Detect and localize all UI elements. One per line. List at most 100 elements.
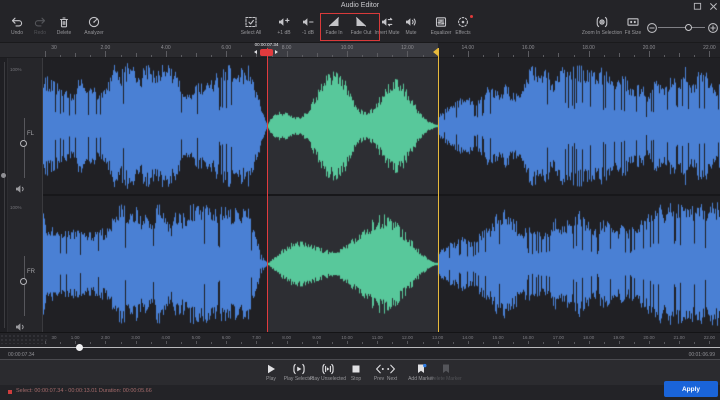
playhead-line[interactable] xyxy=(267,48,269,332)
analyzer-icon xyxy=(64,15,124,28)
seekbar-track[interactable] xyxy=(0,347,720,348)
titlebar: Audio Editor xyxy=(0,0,720,13)
ruler-time-label: 20.00 xyxy=(638,45,660,51)
zoom-out-button[interactable] xyxy=(645,21,658,33)
effects-button[interactable]: Effects xyxy=(433,15,493,36)
ruler-tick xyxy=(513,55,514,58)
playhead-handle[interactable] xyxy=(260,49,273,56)
fl-volume-slider[interactable] xyxy=(24,118,25,178)
notification-badge xyxy=(470,15,473,18)
ruler-tick xyxy=(121,55,122,58)
ruler-tick xyxy=(347,51,348,57)
status-bullet xyxy=(8,390,12,394)
zoom-in-button[interactable] xyxy=(706,21,719,33)
overview-time-label: 10.00 xyxy=(336,335,358,340)
ruler-tick xyxy=(392,55,393,58)
vertical-scrollbar[interactable] xyxy=(0,58,8,332)
ruler-time-label: 10.00 xyxy=(336,45,358,51)
ruler-tick xyxy=(679,53,680,57)
ruler-tick xyxy=(649,51,650,57)
close-button[interactable] xyxy=(707,1,720,12)
ruler-tick xyxy=(211,55,212,58)
ruler-tick xyxy=(589,51,590,57)
time-row: 00:00:07.34 00:01:06.99 xyxy=(0,351,720,359)
overview-time-label: 4.00 xyxy=(155,335,177,340)
ruler-tick xyxy=(75,53,76,57)
ruler-time-label: 16.00 xyxy=(517,45,539,51)
fr-channel-label: FR xyxy=(27,269,35,275)
ruler-tick xyxy=(543,55,544,58)
overview-time-label: 15.00 xyxy=(487,335,509,340)
delete-marker-label: Delete Marker xyxy=(418,376,474,382)
ruler-tick xyxy=(407,51,408,57)
overview-time-label: 9.00 xyxy=(306,335,328,340)
fl-volume-value: 100% xyxy=(10,67,22,72)
overview-time-label: 17.00 xyxy=(547,335,569,340)
seekbar[interactable] xyxy=(0,344,720,351)
analyzer-button[interactable]: Analyzer xyxy=(64,15,124,36)
close-icon xyxy=(709,0,718,16)
playhead-left-arrow-icon[interactable] xyxy=(254,50,257,54)
overview-time-label: 5.00 xyxy=(185,335,207,340)
overview-time-label: 16.00 xyxy=(517,335,539,340)
selection-end-line[interactable] xyxy=(438,48,440,332)
fl-volume-handle[interactable] xyxy=(20,140,27,147)
overview-time-label: 21.00 xyxy=(668,335,690,340)
zoom-out-icon xyxy=(645,21,659,38)
ruler-tick xyxy=(60,55,61,58)
total-time: 00:01:06.99 xyxy=(689,352,715,358)
maximize-icon xyxy=(693,0,702,16)
apply-button[interactable]: Apply xyxy=(664,381,718,397)
fl-speaker-icon[interactable] xyxy=(14,182,28,194)
ruler-tick xyxy=(332,55,333,58)
ruler-tick xyxy=(226,51,227,57)
delete-marker-icon xyxy=(418,362,474,375)
ruler-tick xyxy=(90,55,91,58)
channel-separator xyxy=(43,194,720,196)
ruler-tick xyxy=(166,51,167,57)
timeline-ruler[interactable]: 302.004.006.008.0010.0012.0014.0016.0018… xyxy=(0,42,720,58)
overview-time-label: 19.00 xyxy=(608,335,630,340)
status-bar: Select: 00:00:07.34 - 00:00:13.01 Durati… xyxy=(0,385,720,400)
ruler-tick xyxy=(136,53,137,57)
ruler-tick xyxy=(423,55,424,58)
effects-label: Effects xyxy=(433,30,493,36)
ruler-time-label: 4.00 xyxy=(155,45,177,51)
ruler-tick xyxy=(709,51,710,57)
ruler-tick xyxy=(317,53,318,57)
overview-time-label: 12.00 xyxy=(396,335,418,340)
ruler-tick xyxy=(498,53,499,57)
fade-tools-highlight-box xyxy=(320,13,380,41)
maximize-button[interactable] xyxy=(691,1,704,12)
fr-speaker-icon[interactable] xyxy=(14,320,28,332)
overview-time-label: 6.00 xyxy=(215,335,237,340)
ruler-tick xyxy=(619,53,620,57)
fl-channel-label: FL xyxy=(27,131,34,137)
waveform-canvas-fl[interactable] xyxy=(43,58,720,194)
overview-time-label: 13.00 xyxy=(427,335,449,340)
ruler-tick xyxy=(604,55,605,58)
vertical-scrollbar-handle[interactable] xyxy=(1,173,6,178)
ruler-time-label: 2.00 xyxy=(94,45,116,51)
ruler-tick xyxy=(453,55,454,58)
ruler-tick xyxy=(181,55,182,58)
ruler-tick xyxy=(558,53,559,57)
zoom-in-icon xyxy=(706,21,720,38)
overview-ruler[interactable]: 301.002.003.004.005.006.007.008.009.0010… xyxy=(0,332,720,344)
ruler-tick xyxy=(45,51,46,57)
zoom-slider-handle[interactable] xyxy=(685,24,692,31)
overview-time-label: 14.00 xyxy=(457,335,479,340)
waveform-area: 100% FL 100% FR xyxy=(0,58,720,332)
overview-time-label: 11.00 xyxy=(366,335,388,340)
delete-marker-button[interactable]: Delete Marker xyxy=(418,362,474,382)
playhead-right-arrow-icon[interactable] xyxy=(275,50,278,54)
waveform-canvas-fr[interactable] xyxy=(43,196,720,332)
ruler-time-label: 30 xyxy=(43,45,65,51)
fr-volume-handle[interactable] xyxy=(20,278,27,285)
zoom-slider[interactable] xyxy=(658,27,705,28)
fr-volume-slider[interactable] xyxy=(24,256,25,316)
ruler-tick xyxy=(694,55,695,58)
seekbar-handle[interactable] xyxy=(76,344,83,351)
overview-time-label: 20.00 xyxy=(638,335,660,340)
ruler-time-label: 12.00 xyxy=(396,45,418,51)
